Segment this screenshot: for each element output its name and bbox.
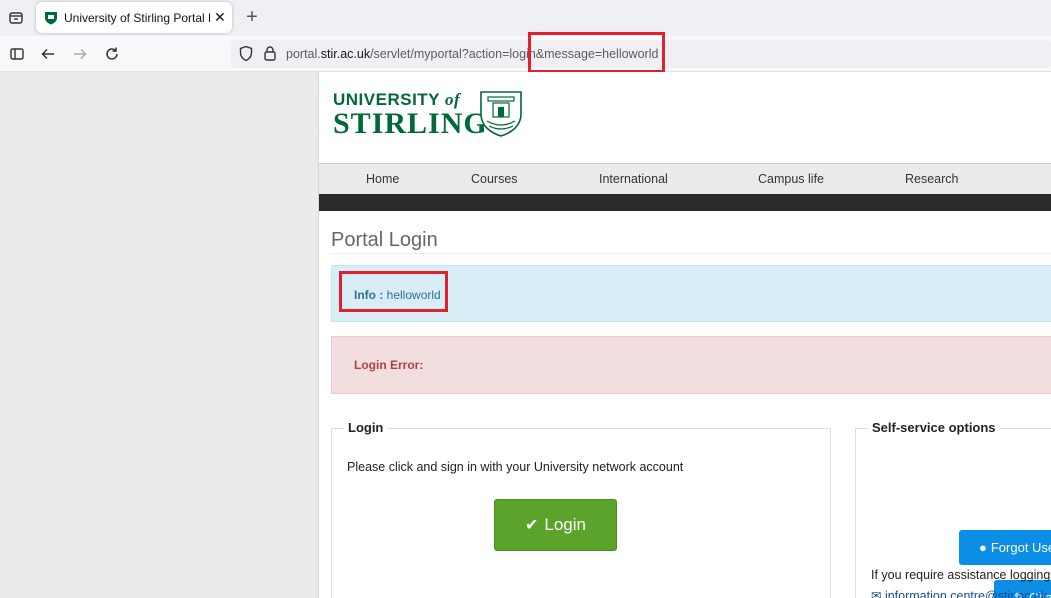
login-fieldset: Login Please click and sign in with your… [331, 420, 831, 598]
title-divider [331, 253, 1051, 254]
main-menu: Home Courses International Campus life R… [319, 163, 1051, 194]
forgot-username-button[interactable]: ● Forgot Use [959, 530, 1051, 565]
support-email-text: information.centre@stir.ac.uk [884, 589, 1048, 598]
url-highlight-box [528, 32, 665, 73]
menu-item-campus-life[interactable]: Campus life [758, 172, 824, 186]
error-label: Login Error: [354, 358, 424, 372]
browser-tab-active[interactable]: University of Stirling Portal Logi ✕ [36, 2, 232, 33]
university-crest-icon [480, 91, 522, 137]
tab-close-icon[interactable]: ✕ [214, 9, 226, 26]
browser-tabbar: University of Stirling Portal Logi ✕ + [0, 0, 1051, 36]
sidebar-toggle-icon[interactable] [7, 44, 27, 64]
assistance-text: If you require assistance logging [871, 568, 1051, 582]
error-alert: Login Error: [331, 336, 1051, 394]
page-title: Portal Login [331, 229, 438, 251]
support-email-link[interactable]: ✉ information.centre@stir.ac.uk [871, 588, 1047, 598]
menu-item-home[interactable]: Home [366, 172, 399, 186]
self-service-legend: Self-service options [868, 420, 1000, 435]
login-button-label: Login [544, 515, 586, 534]
lock-icon[interactable] [263, 45, 277, 62]
menu-item-research[interactable]: Research [905, 172, 959, 186]
login-instruction: Please click and sign in with your Unive… [347, 460, 684, 474]
tracking-shield-icon[interactable] [238, 45, 254, 62]
reload-icon[interactable] [102, 44, 122, 64]
page-left-gutter [0, 72, 318, 598]
new-tab-button[interactable]: + [240, 5, 264, 29]
question-circle-icon: ● [979, 540, 987, 555]
menu-item-courses[interactable]: Courses [471, 172, 518, 186]
forward-arrow-icon[interactable] [70, 44, 90, 64]
envelope-icon: ✉ [871, 589, 885, 598]
logo-line2: STIRLING [333, 107, 488, 140]
url-domain: stir.ac.uk [320, 47, 371, 61]
login-legend: Login [344, 420, 388, 435]
tab-title: University of Stirling Portal Logi [64, 10, 210, 25]
info-highlight-box [339, 271, 448, 312]
stirling-favicon-icon [45, 11, 57, 24]
tab-list-icon[interactable] [5, 7, 27, 29]
browser-navbar: portal.stir.ac.uk/servlet/myportal?actio… [0, 36, 1051, 72]
university-logo[interactable]: UNIVERSITY of STIRLING [333, 90, 488, 140]
login-button[interactable]: ✔ Login [494, 499, 617, 551]
portal-page: UNIVERSITY of STIRLING Home Courses Inte… [318, 72, 1051, 598]
back-arrow-icon[interactable] [38, 44, 58, 64]
url-prefix: portal. [286, 47, 321, 61]
dark-strip [319, 194, 1051, 211]
menu-item-international[interactable]: International [599, 172, 668, 186]
forgot-username-label: Forgot Use [990, 540, 1051, 555]
checkmark-icon: ✔ [524, 517, 539, 534]
